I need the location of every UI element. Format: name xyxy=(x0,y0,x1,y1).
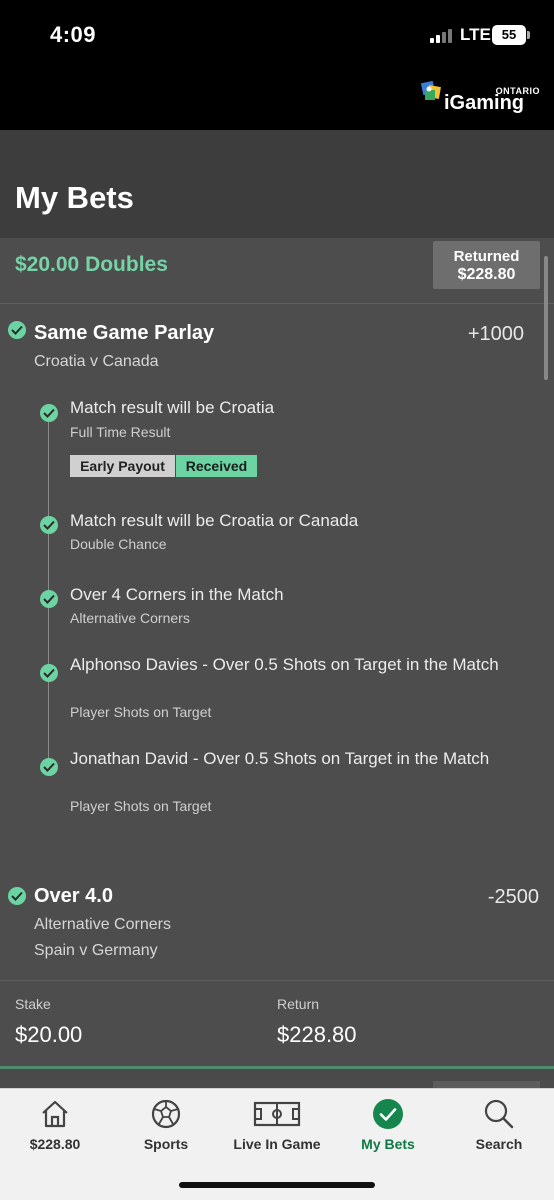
bet-type-title: $20.00 Doubles xyxy=(15,253,168,276)
leg-check-icon xyxy=(40,516,58,534)
leg-market: Alternative Corners xyxy=(70,610,190,626)
leg-check-icon xyxy=(40,664,58,682)
leg-title: Alphonso Davies - Over 0.5 Shots on Targ… xyxy=(70,655,499,674)
leg-market: Player Shots on Target xyxy=(70,798,212,814)
return-label: Return xyxy=(277,996,320,1012)
nav-live-label: Live In Game xyxy=(233,1136,321,1152)
stake-value: $20.00 xyxy=(15,1022,83,1047)
home-icon xyxy=(42,1100,68,1128)
nav-sports[interactable]: Sports xyxy=(111,1089,221,1169)
legs-timeline xyxy=(48,413,49,763)
check-circle-icon xyxy=(373,1099,403,1129)
nav-balance[interactable]: $228.80 xyxy=(0,1089,110,1169)
received-badge: Received xyxy=(176,455,257,477)
status-bar: 4:09 LTE 55 ONTARIO iGaming xyxy=(0,0,554,130)
nav-live-in-game[interactable]: Live In Game xyxy=(222,1089,332,1169)
home-indicator[interactable] xyxy=(179,1182,375,1188)
leg-market: Double Chance xyxy=(70,536,167,552)
leg-title: Jonathan David - Over 0.5 Shots on Targe… xyxy=(70,749,490,768)
scrollbar[interactable] xyxy=(544,256,548,380)
igaming-ontario-logo: ONTARIO iGaming xyxy=(420,80,542,116)
nav-sports-label: Sports xyxy=(143,1136,189,1152)
pitch-icon xyxy=(253,1101,301,1127)
selection-market: Alternative Corners xyxy=(34,916,171,933)
divider xyxy=(0,980,554,981)
signal-icon xyxy=(430,29,454,43)
selection-title: Same Game Parlay xyxy=(34,322,215,344)
selection-event: Spain v Germany xyxy=(34,942,158,959)
battery-icon: 55 xyxy=(492,25,526,45)
nav-balance-label: $228.80 xyxy=(29,1136,81,1152)
stake-label: Stake xyxy=(15,996,51,1012)
battery-tip xyxy=(527,31,530,39)
returned-label: Returned xyxy=(453,248,520,265)
bet-card[interactable]: $20.00 Doubles Returned $228.80 Same Gam… xyxy=(0,238,554,1068)
leg-market: Full Time Result xyxy=(70,424,171,440)
nav-my-bets-label: My Bets xyxy=(361,1136,415,1152)
selection-event: Croatia v Canada xyxy=(34,353,159,370)
leg-title: Over 4 Corners in the Match xyxy=(70,585,284,604)
status-time: 4:09 xyxy=(50,22,97,47)
logo-igaming-text: iGaming xyxy=(444,92,525,114)
leg-check-icon xyxy=(40,758,58,776)
network-label: LTE xyxy=(460,25,491,44)
nav-my-bets[interactable]: My Bets xyxy=(333,1089,443,1169)
nav-search-label: Search xyxy=(475,1136,523,1152)
selection-title: Over 4.0 xyxy=(34,885,113,907)
page-header: My Bets xyxy=(0,130,554,238)
settled-check-icon xyxy=(8,887,26,905)
settled-check-icon xyxy=(8,321,26,339)
soccer-ball-icon xyxy=(151,1099,181,1129)
leg-title: Match result will be Croatia or Canada xyxy=(70,511,359,530)
nav-search[interactable]: Search xyxy=(444,1089,554,1169)
igaming-logo-icon xyxy=(420,80,441,100)
search-icon xyxy=(484,1099,514,1129)
early-payout-badge: Early Payout xyxy=(70,455,175,477)
page-title: My Bets xyxy=(15,180,134,215)
returned-badge: Returned $228.80 xyxy=(433,241,540,289)
bet-card-header: $20.00 Doubles Returned $228.80 xyxy=(0,238,554,304)
returned-value: $228.80 xyxy=(457,266,516,283)
leg-title: Match result will be Croatia xyxy=(70,398,275,417)
leg-check-icon xyxy=(40,590,58,608)
return-value: $228.80 xyxy=(277,1022,357,1047)
selection-odds: +1000 xyxy=(467,323,524,345)
selection-odds: -2500 xyxy=(487,886,539,908)
leg-check-icon xyxy=(40,404,58,422)
leg-market: Player Shots on Target xyxy=(70,704,212,720)
